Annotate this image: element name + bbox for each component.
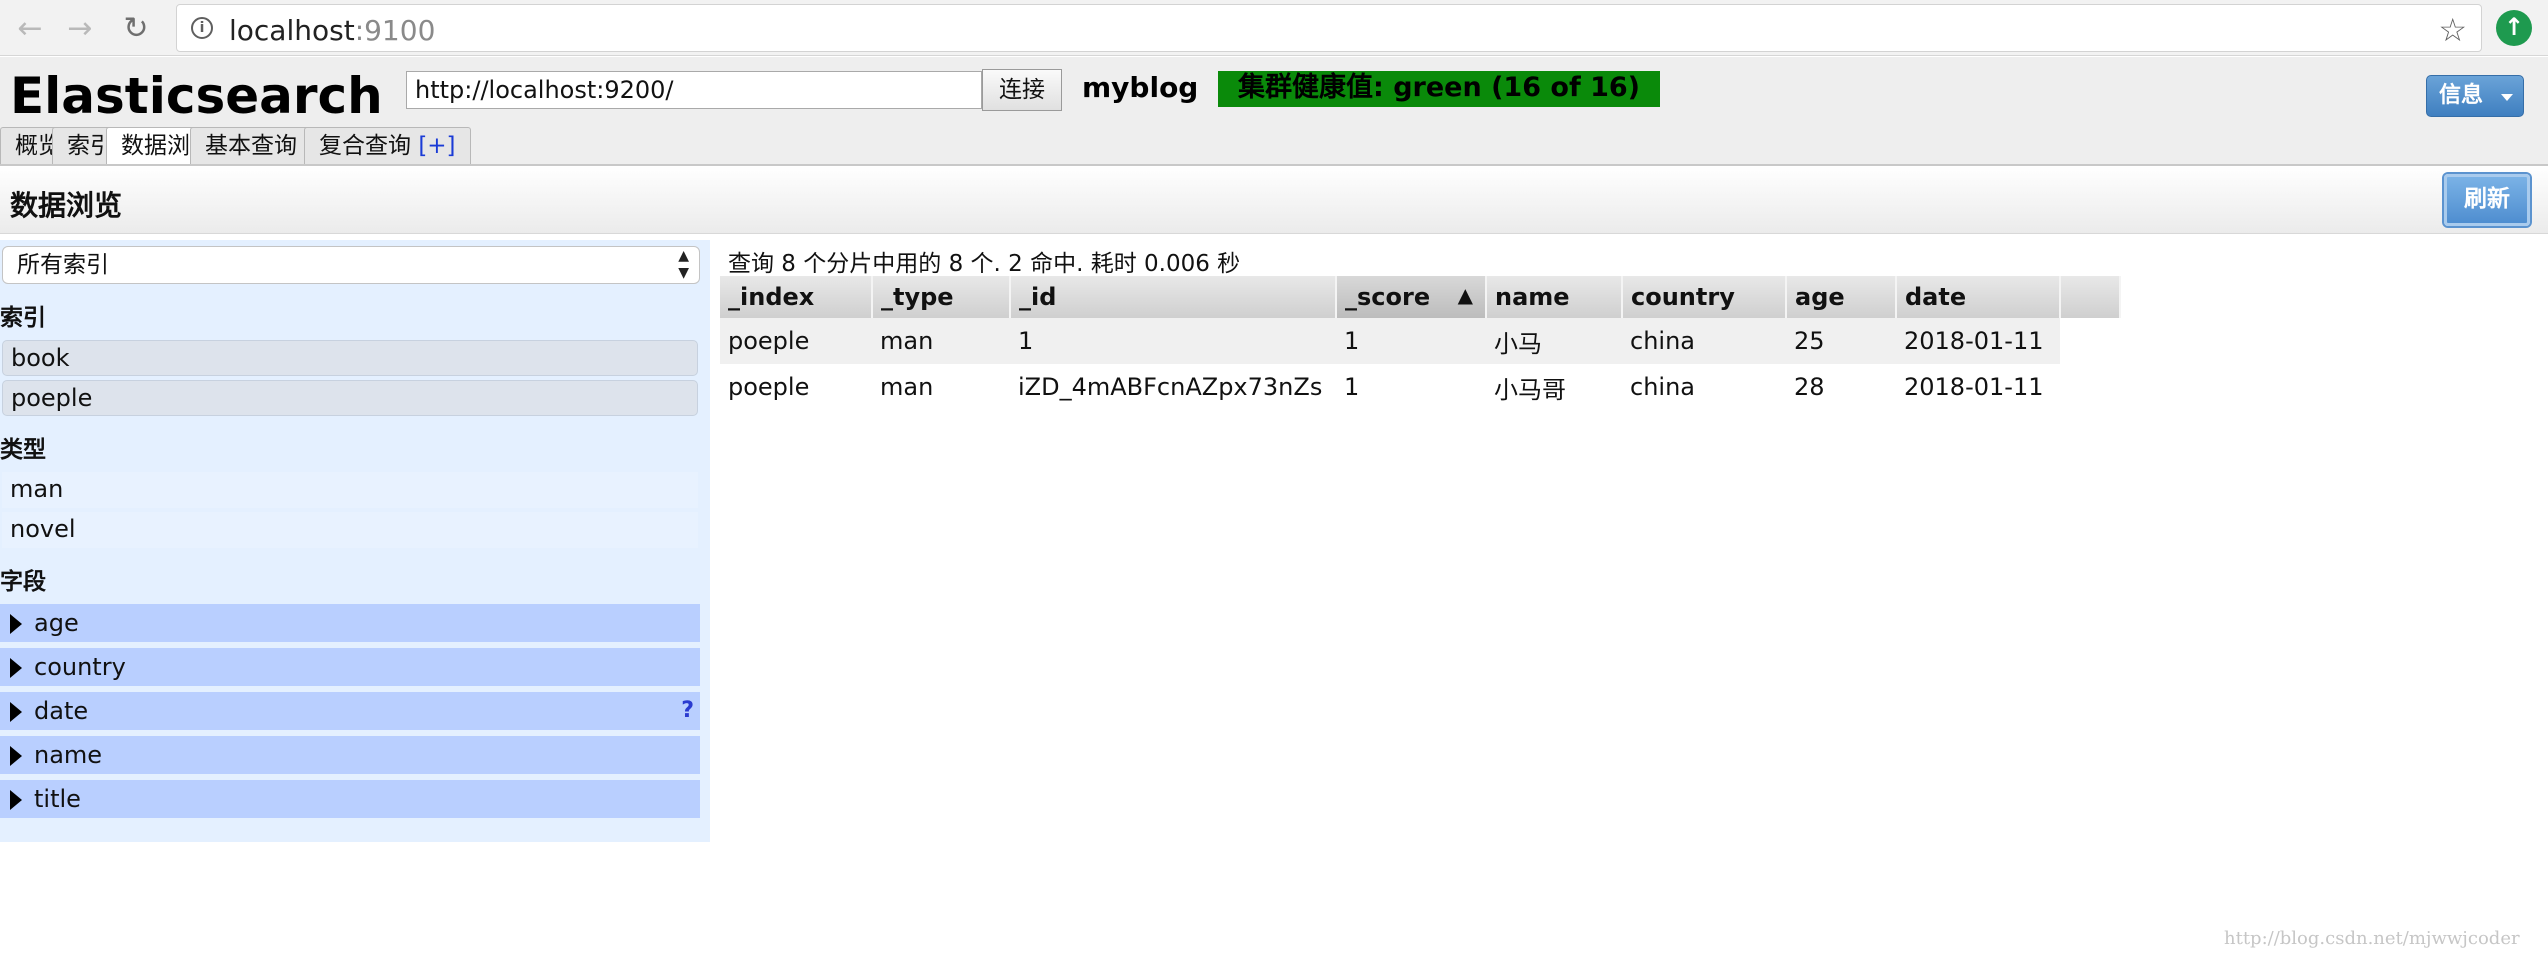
browser-toolbar: ← → ↻ i localhost:9100 ☆ ↑: [0, 0, 2548, 56]
section-title: 数据浏览: [10, 189, 123, 222]
table-header-row: _index _type _id _score ▲ name country ag…: [720, 276, 2121, 318]
column-header-country[interactable]: country: [1622, 276, 1787, 318]
field-item-country[interactable]: country: [0, 648, 700, 688]
section-bar: 数据浏览 刷新: [0, 166, 2548, 234]
sidebar-item-index-book[interactable]: book: [2, 340, 698, 376]
cell-date: 2018-01-11: [1904, 373, 2044, 401]
browse-sidebar: 所有索引 ▲ ▼ 索引 book poeple 类型 man novel 字段 a…: [0, 240, 710, 842]
cluster-health-badge: 集群健康值: green (16 of 16): [1218, 71, 1661, 107]
app-logo: Elasticsearch: [10, 67, 383, 125]
address-url[interactable]: localhost:9100: [229, 14, 435, 47]
index-select[interactable]: 所有索引 ▲ ▼: [2, 246, 700, 284]
expand-triangle-icon: [10, 658, 22, 678]
expand-triangle-icon: [10, 746, 22, 766]
cell-index: poeple: [728, 373, 810, 401]
column-header-id[interactable]: _id: [1010, 276, 1337, 318]
cell-country: china: [1630, 373, 1695, 401]
cell-age: 25: [1786, 318, 1896, 364]
info-label: 信息: [2439, 83, 2484, 108]
cell-spacer: [2060, 318, 2120, 364]
sidebar-item-type-novel[interactable]: novel: [2, 512, 698, 548]
back-icon[interactable]: ←: [8, 6, 52, 50]
sidebar-item-index-poeple[interactable]: poeple: [2, 380, 698, 416]
table-row[interactable]: poeple man 1 1 小马 china 25 2018-01-11: [720, 318, 2120, 364]
reload-icon[interactable]: ↻: [114, 6, 158, 50]
cell-score: 1: [1336, 318, 1486, 364]
column-header-age[interactable]: age: [1786, 276, 1897, 318]
column-header-score[interactable]: _score ▲: [1336, 276, 1487, 318]
connect-button[interactable]: 连接: [982, 69, 1062, 111]
query-summary: 查询 8 个分片中用的 8 个. 2 命中. 耗时 0.006 秒: [728, 251, 1241, 277]
cluster-name: myblog: [1082, 71, 1199, 104]
fields-heading: 字段: [0, 569, 46, 595]
cell-index: poeple: [720, 318, 872, 364]
cell-type: man: [872, 318, 1010, 364]
sort-ascending-icon: ▲: [1457, 283, 1473, 307]
tab-compound-query[interactable]: 复合查询 [+]: [304, 127, 471, 165]
column-header-name[interactable]: name: [1486, 276, 1623, 318]
forward-icon[interactable]: →: [58, 6, 102, 50]
info-dropdown-button[interactable]: 信息: [2426, 75, 2524, 117]
cell-date: 2018-01-11: [1896, 318, 2060, 364]
refresh-button[interactable]: 刷新: [2444, 174, 2530, 226]
server-url-input[interactable]: [406, 71, 982, 109]
column-header-spacer: [2060, 276, 2121, 318]
field-item-age[interactable]: age: [0, 604, 700, 644]
column-header-index[interactable]: _index: [720, 276, 873, 318]
cell-id: iZD_4mABFcnAZpx73nZs: [1018, 373, 1323, 401]
caret-down-icon: [2501, 94, 2513, 101]
sidebar-item-type-man[interactable]: man: [2, 472, 698, 508]
cell-type: man: [880, 373, 934, 401]
expand-triangle-icon: [10, 790, 22, 810]
cell-id: 1: [1010, 318, 1336, 364]
cell-score: 1: [1344, 373, 1360, 401]
watermark: http://blog.csdn.net/mjwwjcoder: [2224, 928, 2520, 949]
cell-age: 28: [1794, 373, 1825, 401]
table-row[interactable]: poeple man iZD_4mABFcnAZpx73nZs 1 小马哥 ch…: [720, 364, 2120, 410]
address-bar[interactable]: i localhost:9100 ☆: [176, 4, 2482, 52]
column-header-type[interactable]: _type: [872, 276, 1011, 318]
cell-name: 小马: [1486, 318, 1622, 364]
cell-country: china: [1622, 318, 1786, 364]
indices-heading: 索引: [0, 305, 46, 331]
field-item-title[interactable]: title: [0, 780, 700, 820]
expand-triangle-icon: [10, 702, 22, 722]
update-arrow-icon[interactable]: ↑: [2496, 10, 2532, 46]
expand-triangle-icon: [10, 614, 22, 634]
site-info-icon[interactable]: i: [191, 17, 213, 39]
select-arrows-icon: ▲ ▼: [678, 248, 689, 281]
field-item-date[interactable]: date?: [0, 692, 700, 732]
cell-name: 小马哥: [1494, 375, 1566, 404]
bookmark-star-icon[interactable]: ☆: [2438, 11, 2467, 49]
cell-spacer: [2060, 364, 2120, 410]
help-icon[interactable]: ?: [681, 692, 694, 730]
field-item-name[interactable]: name: [0, 736, 700, 776]
results-table: _index _type _id _score ▲ name country ag…: [720, 276, 2121, 410]
types-heading: 类型: [0, 437, 46, 463]
column-header-date[interactable]: date: [1896, 276, 2061, 318]
